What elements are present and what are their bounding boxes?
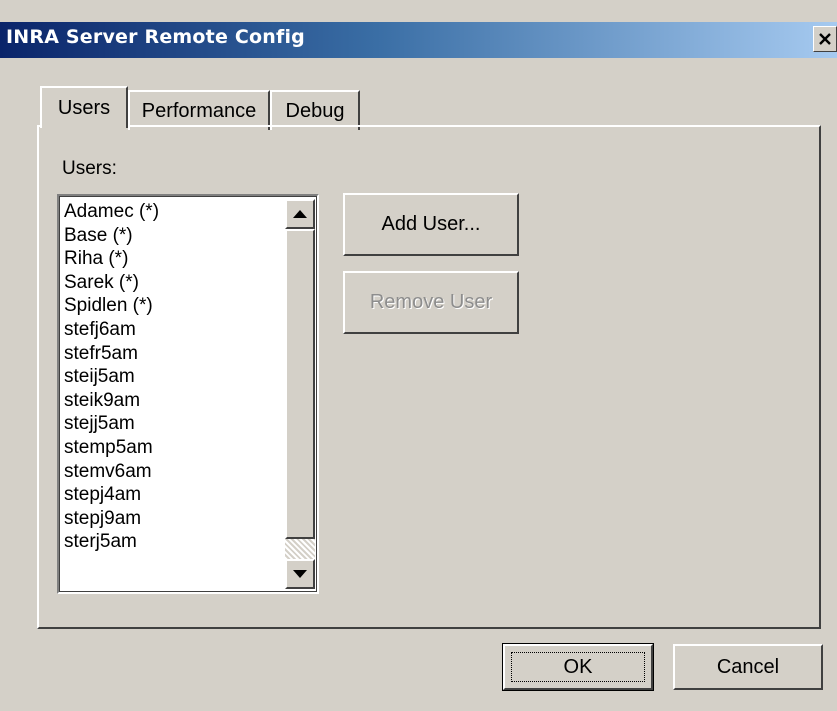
list-item[interactable]: stejj5am	[64, 412, 159, 436]
tab-debug-label: Debug	[285, 99, 345, 122]
list-item[interactable]: stefr5am	[64, 342, 159, 366]
close-icon	[819, 33, 831, 45]
focus-indicator	[511, 652, 645, 682]
scroll-thumb[interactable]	[285, 229, 315, 539]
arrow-down-icon	[293, 570, 307, 578]
list-item[interactable]: Sarek (*)	[64, 271, 159, 295]
list-item[interactable]: Adamec (*)	[64, 200, 159, 224]
users-listbox[interactable]: Adamec (*) Base (*) Riha (*) Sarek (*) S…	[57, 194, 319, 594]
list-item[interactable]: Riha (*)	[64, 247, 159, 271]
cancel-button[interactable]: Cancel	[673, 644, 823, 690]
list-item[interactable]: Spidlen (*)	[64, 294, 159, 318]
scroll-up-button[interactable]	[285, 199, 315, 229]
config-dialog: INRA Server Remote Config Users Performa…	[0, 0, 837, 711]
list-item[interactable]: stepj4am	[64, 483, 159, 507]
arrow-up-icon	[293, 210, 307, 218]
add-user-label: Add User...	[381, 213, 481, 235]
tab-performance-label: Performance	[141, 99, 257, 122]
users-list-scrollbar[interactable]	[285, 199, 315, 589]
remove-user-button[interactable]: Remove User	[343, 271, 519, 334]
list-item[interactable]: steik9am	[64, 389, 159, 413]
list-item[interactable]: stemv6am	[64, 460, 159, 484]
list-item[interactable]: Base (*)	[64, 224, 159, 248]
list-item[interactable]: stefj6am	[64, 318, 159, 342]
scroll-down-button[interactable]	[285, 559, 315, 589]
list-item[interactable]: steij5am	[64, 365, 159, 389]
window-title: INRA Server Remote Config	[6, 26, 305, 48]
add-user-button[interactable]: Add User...	[343, 193, 519, 256]
list-item[interactable]: stepj9am	[64, 507, 159, 531]
remove-user-label: Remove User	[369, 291, 493, 313]
tab-users[interactable]: Users	[40, 86, 128, 128]
users-list: Adamec (*) Base (*) Riha (*) Sarek (*) S…	[64, 200, 159, 554]
list-item[interactable]: sterj5am	[64, 530, 159, 554]
title-bar[interactable]: INRA Server Remote Config	[0, 22, 837, 58]
list-item[interactable]: stemp5am	[64, 436, 159, 460]
users-label: Users:	[62, 158, 117, 179]
ok-button[interactable]: OK	[502, 643, 654, 691]
close-button[interactable]	[813, 26, 837, 52]
tab-users-label: Users	[57, 96, 111, 119]
tab-performance[interactable]: Performance	[128, 90, 270, 130]
cancel-label: Cancel	[716, 655, 780, 678]
scroll-track[interactable]	[285, 539, 315, 559]
tab-debug[interactable]: Debug	[270, 90, 360, 130]
